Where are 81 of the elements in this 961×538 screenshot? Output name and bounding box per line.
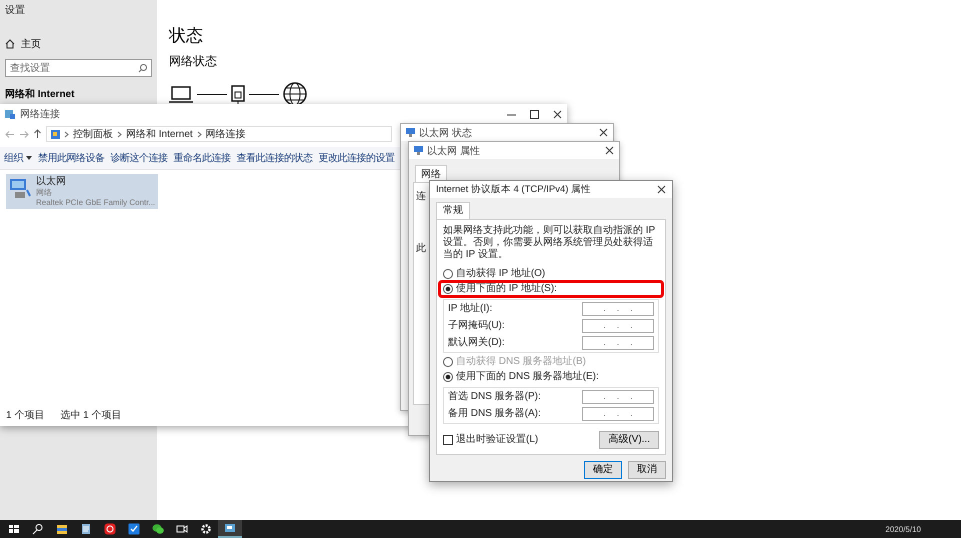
home-link[interactable]: 主页 [5,37,152,51]
search-field[interactable]: 查找设置 [5,59,152,77]
folder-icon [56,523,68,535]
page-heading: 状态 [169,25,204,47]
status-text: 1 个项目 [6,409,44,422]
notepad-icon [80,523,92,535]
toolbar-command[interactable]: 更改此连接的设置 [318,151,394,165]
network-adapter-icon [9,176,31,200]
home-icon [5,39,15,49]
network-adapter-icon [406,128,415,137]
label-text: 此 [416,242,426,255]
gear-icon [200,523,212,535]
radio-label[interactable]: 使用下面的 DNS 服务器地址(E): [456,371,599,384]
network-window-icon [224,522,236,534]
network-adapter-icon [414,146,423,155]
nav-item[interactable]: 网络和 Internet [5,87,152,101]
globe-icon [283,82,307,106]
ip-address-field[interactable]: . . . [582,319,654,334]
status-text: 选中 1 个项目 [60,408,122,422]
toolbar-command[interactable]: 诊断这个连接 [110,151,168,165]
radio-label[interactable]: 使用下面的 IP 地址(S): [456,283,557,296]
toolbar-command[interactable]: 禁用此网络设备 [38,151,104,165]
ip-address-field[interactable]: . . . [582,302,654,316]
connection-item[interactable]: 以太网 网络 Realtek PCIe GbE Family Contr... [6,174,158,210]
breadcrumb-item[interactable]: 网络连接 [206,127,246,141]
chevron-icon [117,130,122,138]
close-icon[interactable] [605,146,614,155]
router-icon [231,84,245,104]
chevron-icon [196,130,202,138]
caret-icon [26,156,32,160]
toolbar-command[interactable]: 重命名此连接 [174,151,230,165]
close-icon[interactable] [553,110,562,118]
music-app-icon [104,523,116,535]
chevron-icon [64,130,69,138]
toolbar-command[interactable]: 组织 [4,151,32,165]
field-label: 子网掩码(U): [448,320,505,332]
checkbox-label[interactable]: 退出时验证设置(L) [456,434,538,446]
label-text: 连 [416,190,426,203]
field-label: 备用 DNS 服务器(A): [448,408,541,420]
laptop-icon [169,85,193,103]
ip-address-field[interactable]: . . . [582,336,654,350]
advanced-button[interactable]: 高级(V)... [599,431,659,450]
dialog-button[interactable]: 确定 [584,461,622,480]
field-label: 首选 DNS 服务器(P): [448,391,541,404]
maximize-icon[interactable] [530,110,539,118]
radio-button[interactable] [443,269,453,280]
clock-date: 2020/5/10 [885,524,922,534]
control-panel-icon [51,130,60,138]
up-icon[interactable] [33,129,42,139]
mail-app-icon [128,523,140,535]
dialog-title: Internet 协议版本 4 (TCP/IPv4) 属性 [436,184,592,196]
field-label: IP 地址(I): [448,303,492,316]
tab[interactable]: 网络 [415,165,447,182]
radio-button[interactable] [443,284,453,294]
close-icon[interactable] [657,185,666,194]
search-icon [32,523,44,535]
ip-address-field[interactable]: . . . [582,407,654,422]
dialog-button[interactable]: 取消 [628,461,666,480]
radio-button[interactable] [443,372,453,382]
start-icon [8,523,20,535]
section-heading: 网络状态 [169,53,218,70]
breadcrumb-item[interactable]: 控制面板 [73,127,113,141]
window-title: 以太网 属性 [427,144,481,158]
address-bar[interactable]: 控制面板 网络和 Internet 网络连接 [46,126,392,142]
checkbox[interactable] [443,435,453,446]
taskbar-button[interactable] [218,520,242,538]
chat-app-icon [152,523,164,535]
breadcrumb-item[interactable]: 网络和 Internet [126,127,193,141]
search-icon [138,64,147,72]
description-text: 如果网络支持此功能，则可以获取自动指派的 IP 设置。否则，你需要从网络系统管理员处获得适当的 IP 设置。 [443,225,656,262]
toolbar-command[interactable]: 查看此连接的状态 [236,151,312,165]
app-title: 设置 [5,4,26,17]
close-icon[interactable] [599,128,608,137]
ip-address-field[interactable]: . . . [582,390,654,404]
window-title: 网络连接 [20,108,61,121]
radio-label[interactable]: 自动获得 IP 地址(O) [456,268,546,280]
tab[interactable]: 常规 [436,202,470,220]
camera-icon [176,523,188,535]
window-title: 以太网 状态 [419,126,473,140]
network-folder-icon [5,109,15,119]
field-label: 默认网关(D): [448,337,505,350]
